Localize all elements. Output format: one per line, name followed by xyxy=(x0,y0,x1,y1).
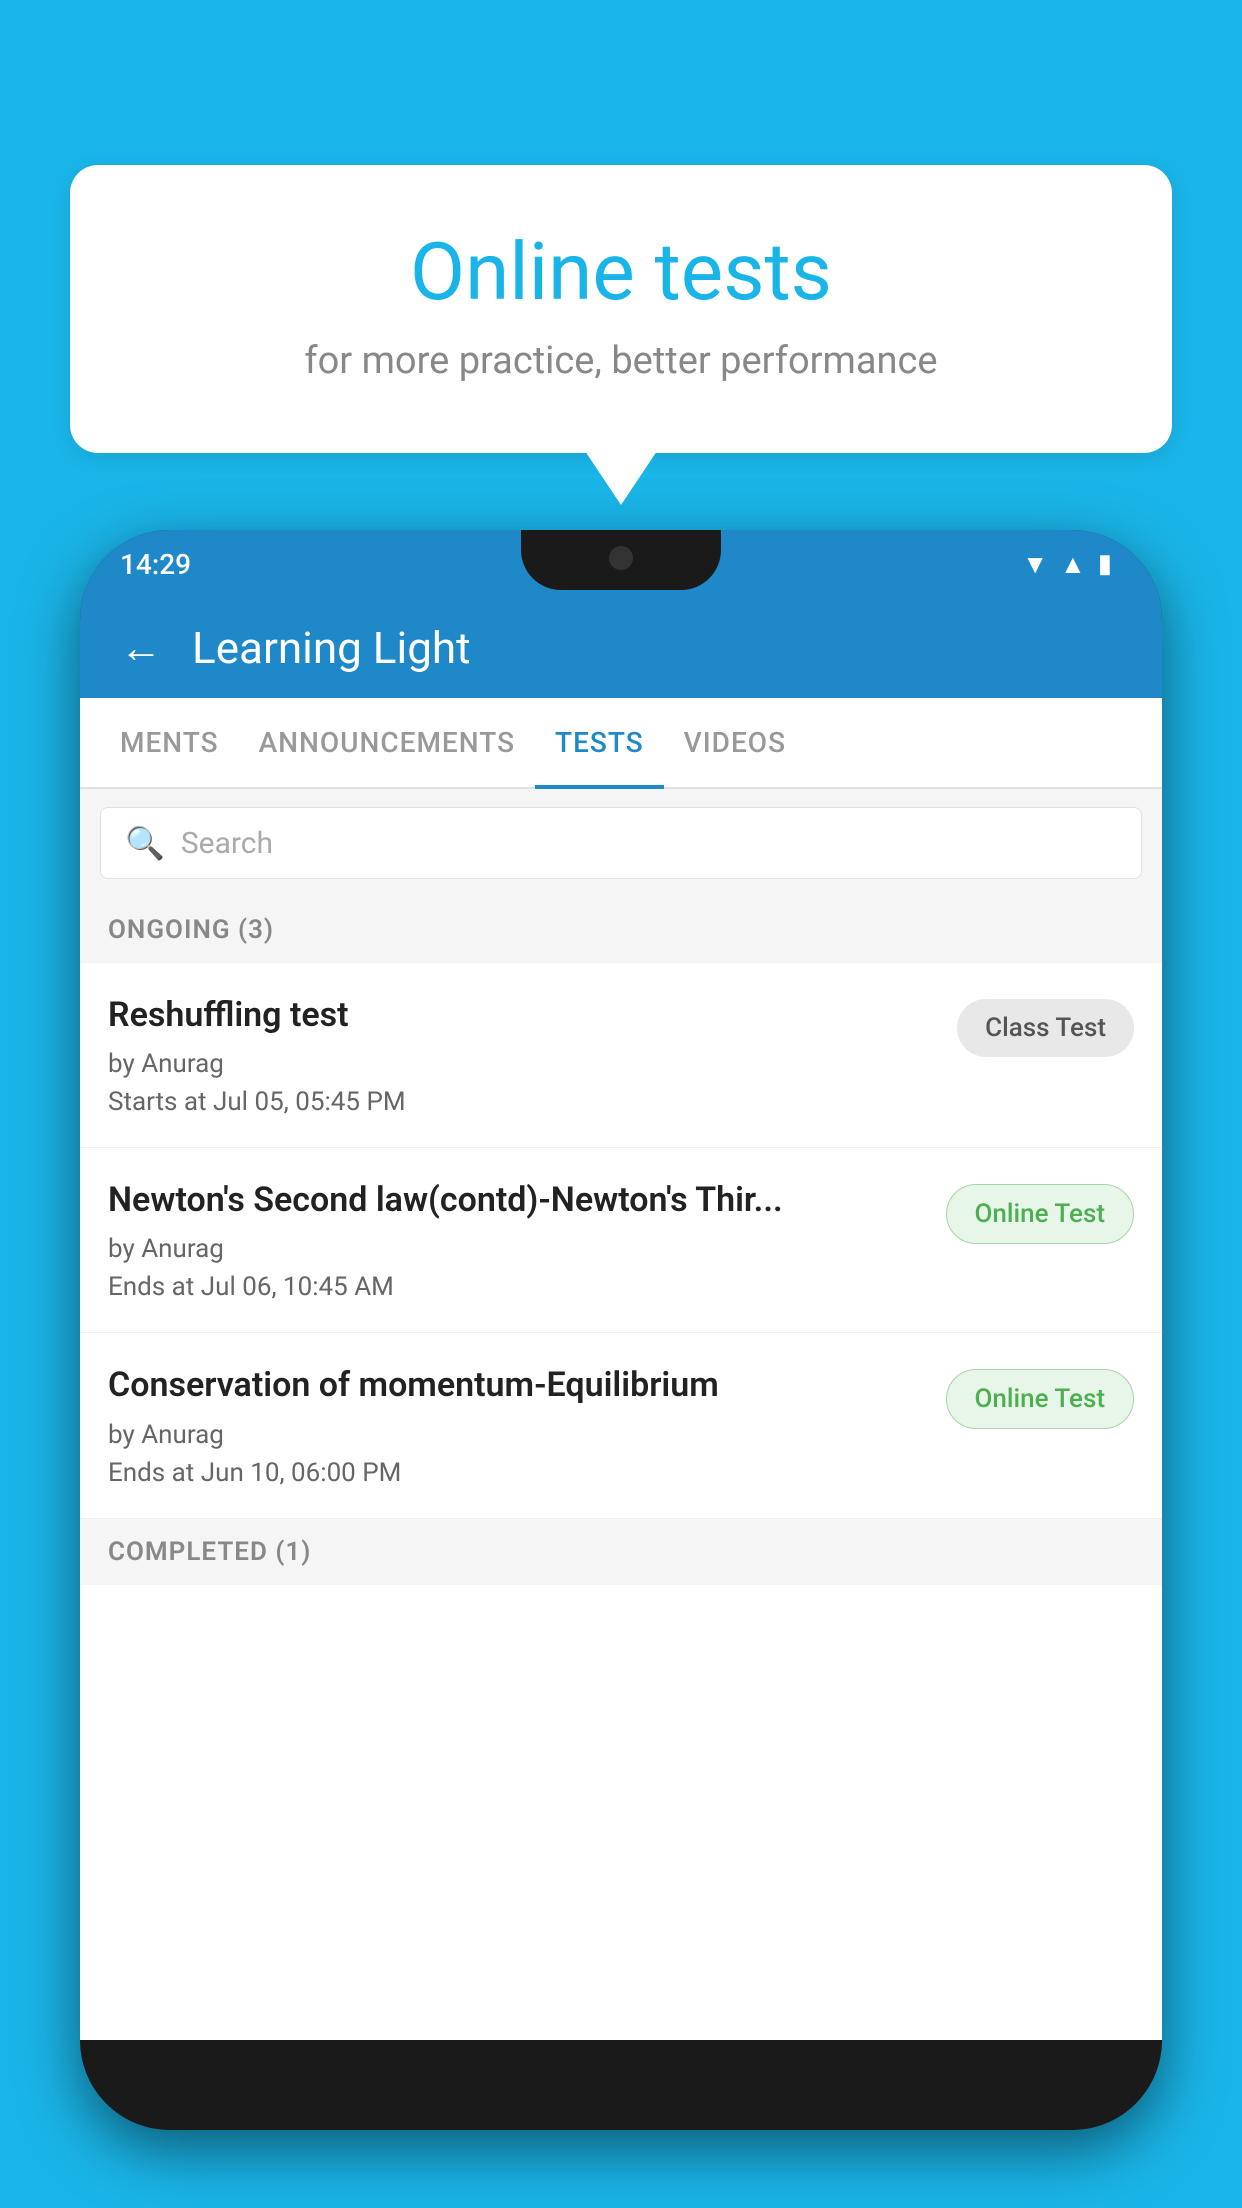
search-container: 🔍 Search xyxy=(80,789,1162,897)
test-author-3: by Anurag xyxy=(108,1420,926,1450)
back-button[interactable]: ← xyxy=(120,624,162,673)
speech-bubble: Online tests for more practice, better p… xyxy=(70,165,1172,453)
test-info-2: Newton's Second law(contd)-Newton's Thir… xyxy=(108,1178,946,1302)
status-icons: ▼ ▲ ▮ xyxy=(1022,549,1112,580)
test-item-3[interactable]: Conservation of momentum-Equilibrium by … xyxy=(80,1333,1162,1518)
test-time-3: Ends at Jun 10, 06:00 PM xyxy=(108,1458,926,1488)
tab-announcements[interactable]: ANNOUNCEMENTS xyxy=(239,698,535,787)
test-item-2[interactable]: Newton's Second law(contd)-Newton's Thir… xyxy=(80,1148,1162,1333)
test-title-3: Conservation of momentum-Equilibrium xyxy=(108,1363,926,1407)
bubble-title: Online tests xyxy=(140,225,1102,319)
phone-notch xyxy=(521,530,721,590)
wifi-icon: ▼ xyxy=(1022,549,1048,580)
signal-icon: ▲ xyxy=(1060,549,1086,580)
phone-bottom xyxy=(80,2040,1162,2130)
test-info-3: Conservation of momentum-Equilibrium by … xyxy=(108,1363,946,1487)
tab-tests[interactable]: TESTS xyxy=(535,698,664,787)
app-title: Learning Light xyxy=(192,622,471,674)
search-box[interactable]: 🔍 Search xyxy=(100,807,1142,879)
bubble-subtitle: for more practice, better performance xyxy=(140,339,1102,383)
test-badge-2: Online Test xyxy=(946,1184,1135,1244)
test-time-1: Starts at Jul 05, 05:45 PM xyxy=(108,1087,937,1117)
battery-icon: ▮ xyxy=(1098,549,1112,579)
test-title-2: Newton's Second law(contd)-Newton's Thir… xyxy=(108,1178,926,1222)
phone-camera xyxy=(609,546,633,570)
test-badge-3: Online Test xyxy=(946,1369,1135,1429)
test-info-1: Reshuffling test by Anurag Starts at Jul… xyxy=(108,993,957,1117)
section-completed-header: COMPLETED (1) xyxy=(80,1519,1162,1585)
app-bar: ← Learning Light xyxy=(80,598,1162,698)
tab-ments[interactable]: MENTS xyxy=(100,698,239,787)
test-title-1: Reshuffling test xyxy=(108,993,937,1037)
test-badge-1: Class Test xyxy=(957,999,1134,1057)
test-author-1: by Anurag xyxy=(108,1049,937,1079)
tab-videos[interactable]: VIDEOS xyxy=(664,698,806,787)
search-icon: 🔍 xyxy=(125,824,165,862)
phone-frame: 14:29 ▼ ▲ ▮ ← Learning Light MENTS ANNOU… xyxy=(80,530,1162,2130)
phone-wrapper: 14:29 ▼ ▲ ▮ ← Learning Light MENTS ANNOU… xyxy=(80,530,1162,2208)
status-time: 14:29 xyxy=(120,548,191,581)
tabs-bar: MENTS ANNOUNCEMENTS TESTS VIDEOS xyxy=(80,698,1162,789)
search-placeholder: Search xyxy=(181,826,273,861)
test-author-2: by Anurag xyxy=(108,1234,926,1264)
test-time-2: Ends at Jul 06, 10:45 AM xyxy=(108,1272,926,1302)
test-item-1[interactable]: Reshuffling test by Anurag Starts at Jul… xyxy=(80,963,1162,1148)
section-ongoing-header: ONGOING (3) xyxy=(80,897,1162,963)
phone-screen: MENTS ANNOUNCEMENTS TESTS VIDEOS 🔍 Searc… xyxy=(80,698,1162,2040)
